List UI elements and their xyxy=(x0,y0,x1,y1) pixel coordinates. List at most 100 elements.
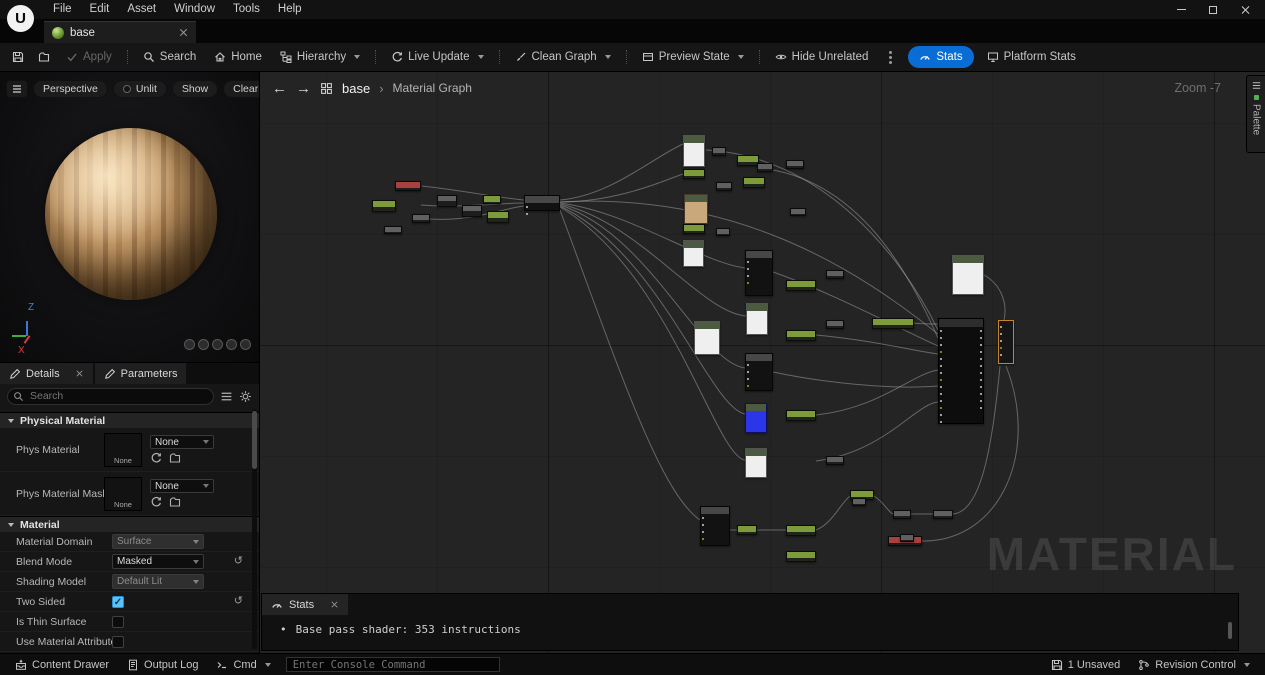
revision-control-button[interactable]: Revision Control xyxy=(1131,654,1257,675)
graph-node-s[interactable] xyxy=(900,534,914,542)
property-checkbox[interactable] xyxy=(112,636,124,648)
unreal-logo[interactable]: U xyxy=(7,5,34,32)
graph-node-s[interactable] xyxy=(790,208,806,216)
perspective-button[interactable]: Perspective xyxy=(33,80,108,98)
home-button[interactable]: Home xyxy=(206,46,270,68)
graph-node-d[interactable] xyxy=(524,195,560,211)
graph-node-tan[interactable] xyxy=(684,194,708,224)
graph-node-blue[interactable] xyxy=(745,403,767,433)
viewport-option-button[interactable] xyxy=(226,339,237,350)
graph-node-d[interactable] xyxy=(745,353,773,391)
graph-node-g[interactable] xyxy=(786,525,816,536)
viewport-option-button[interactable] xyxy=(212,339,223,350)
clearsky-button[interactable]: ClearSky (Sha xyxy=(223,80,260,98)
browse-button[interactable] xyxy=(32,46,56,68)
graph-node-s[interactable] xyxy=(716,228,730,236)
menu-edit[interactable]: Edit xyxy=(81,0,119,19)
graph-node-w[interactable] xyxy=(952,255,984,295)
graph-node-s[interactable] xyxy=(826,320,844,329)
menu-window[interactable]: Window xyxy=(165,0,224,19)
graph-node-s[interactable] xyxy=(852,498,866,506)
details-search-input[interactable] xyxy=(7,388,214,405)
menu-asset[interactable]: Asset xyxy=(118,0,165,19)
graph-node-s[interactable] xyxy=(462,205,482,217)
stats-tab[interactable]: Stats xyxy=(262,594,348,615)
graph-node-r[interactable] xyxy=(395,181,421,191)
graph-node-w[interactable] xyxy=(745,448,767,478)
unsaved-button[interactable]: 1 Unsaved xyxy=(1044,654,1128,675)
hide-unrelated-button[interactable]: Hide Unrelated xyxy=(767,46,877,68)
graph-node-s[interactable] xyxy=(893,510,911,519)
graph-node-g[interactable] xyxy=(872,318,914,329)
graph-node-g[interactable] xyxy=(683,169,705,179)
graph-node-g[interactable] xyxy=(683,224,705,234)
graph-node-w[interactable] xyxy=(746,303,768,335)
graph-node-w[interactable] xyxy=(683,135,705,167)
graph-node-g[interactable] xyxy=(372,200,396,212)
property-dropdown[interactable]: Default Lit xyxy=(112,574,204,589)
preview-viewport[interactable]: PerspectiveUnlitShowClearSky (Sha Z X xyxy=(0,72,260,362)
graph-node-s[interactable] xyxy=(412,214,430,223)
use-selected-button[interactable] xyxy=(150,496,162,508)
graph-node-s[interactable] xyxy=(826,456,844,465)
graph-node-g[interactable] xyxy=(743,177,765,188)
graph-node-w[interactable] xyxy=(694,321,720,355)
property-checkbox[interactable] xyxy=(112,616,124,628)
graph-node-s[interactable] xyxy=(384,226,402,234)
section-header[interactable]: Material xyxy=(0,516,259,532)
tab-base[interactable]: base xyxy=(44,21,196,43)
property-dropdown[interactable]: Surface xyxy=(112,534,204,549)
minimize-button[interactable] xyxy=(1165,0,1197,19)
preview-state-button[interactable]: Preview State xyxy=(634,46,752,68)
graph-node-main[interactable] xyxy=(938,318,984,424)
viewport-menu-button[interactable] xyxy=(6,80,28,98)
viewport-option-button[interactable] xyxy=(184,339,195,350)
cmd-button[interactable]: Cmd xyxy=(209,654,277,675)
console-input[interactable] xyxy=(286,657,500,672)
property-dropdown[interactable]: Masked xyxy=(112,554,204,569)
close-tab-icon[interactable] xyxy=(179,28,188,37)
menu-file[interactable]: File xyxy=(44,0,81,19)
clean-graph-button[interactable]: Clean Graph xyxy=(507,46,619,68)
graph-node-w[interactable] xyxy=(683,240,704,267)
close-details-icon[interactable] xyxy=(75,370,83,378)
asset-thumbnail[interactable]: None xyxy=(104,433,142,467)
reset-to-default-icon[interactable]: ↺ xyxy=(234,556,243,567)
menu-tools[interactable]: Tools xyxy=(224,0,269,19)
asset-thumbnail[interactable]: None xyxy=(104,477,142,511)
stats-button[interactable]: Stats xyxy=(908,46,973,68)
graph-node-s[interactable] xyxy=(712,147,726,156)
palette-tab[interactable]: Palette xyxy=(1246,75,1265,153)
graph-node-g[interactable] xyxy=(737,155,759,166)
content-drawer-button[interactable]: Content Drawer xyxy=(8,654,116,675)
restore-button[interactable] xyxy=(1197,0,1229,19)
graph-node-s[interactable] xyxy=(933,510,953,519)
asset-dropdown[interactable]: None xyxy=(150,435,214,449)
graph-node-g[interactable] xyxy=(483,195,501,204)
apply-button[interactable]: Apply xyxy=(58,46,120,68)
details-scrollbar[interactable] xyxy=(252,409,257,649)
graph-node-g[interactable] xyxy=(786,330,816,341)
graph-node-s[interactable] xyxy=(826,270,844,279)
platform-stats-button[interactable]: Platform Stats xyxy=(979,46,1084,68)
forward-button[interactable]: → xyxy=(296,81,311,96)
overflow-button[interactable] xyxy=(878,46,903,68)
unlit-button[interactable]: Unlit xyxy=(113,80,167,98)
browse-asset-button[interactable] xyxy=(169,496,181,508)
reset-to-default-icon[interactable]: ↺ xyxy=(234,596,243,607)
graph-node-s[interactable] xyxy=(716,182,732,191)
save-button[interactable] xyxy=(6,46,30,68)
output-log-button[interactable]: Output Log xyxy=(120,654,205,675)
graph-node-s[interactable] xyxy=(786,160,804,169)
material-graph[interactable]: ← → base › Material Graph Zoom -7 MATERI… xyxy=(260,72,1265,653)
back-button[interactable]: ← xyxy=(272,81,287,96)
scrollbar-thumb[interactable] xyxy=(252,411,257,469)
graph-node-d[interactable] xyxy=(745,250,773,296)
graph-node-g[interactable] xyxy=(786,280,816,291)
use-selected-button[interactable] xyxy=(150,452,162,464)
live-update-button[interactable]: Live Update xyxy=(383,46,491,68)
graph-node-s[interactable] xyxy=(757,163,773,172)
viewport-option-button[interactable] xyxy=(240,339,251,350)
graph-node-g[interactable] xyxy=(786,551,816,562)
graph-node-d[interactable] xyxy=(700,506,730,546)
